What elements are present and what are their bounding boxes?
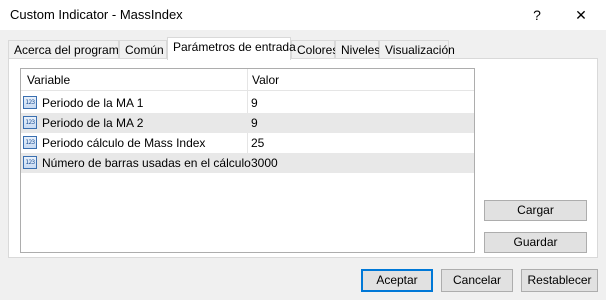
variable-cell: Periodo de la MA 1 — [42, 96, 144, 110]
load-button[interactable]: Cargar — [484, 200, 587, 221]
tab-colors[interactable]: Colores — [291, 40, 338, 59]
help-icon: ? — [533, 7, 541, 23]
table-row[interactable]: 123 Periodo cálculo de Mass Index 25 — [21, 133, 474, 153]
window-title: Custom Indicator - MassIndex — [10, 7, 183, 22]
value-cell[interactable]: 9 — [251, 116, 258, 130]
variable-cell: Periodo cálculo de Mass Index — [42, 136, 206, 150]
tab-about[interactable]: Acerca del programa — [8, 40, 125, 59]
tab-common[interactable]: Común — [119, 40, 167, 59]
tab-levels[interactable]: Niveles — [335, 40, 380, 59]
close-icon: ✕ — [575, 6, 587, 23]
variable-cell: Periodo de la MA 2 — [42, 116, 144, 130]
help-button[interactable]: ? — [514, 0, 560, 30]
column-header-value[interactable]: Valor — [252, 73, 279, 87]
close-button[interactable]: ✕ — [558, 0, 604, 30]
int-param-icon: 123 — [23, 136, 37, 149]
tab-panel: Variable Valor 123 Periodo de la MA 1 9 … — [8, 58, 598, 258]
table-row[interactable]: 123 Número de barras usadas en el cálcul… — [21, 153, 474, 173]
accept-button[interactable]: Aceptar — [361, 269, 433, 292]
value-cell[interactable]: 3000 — [251, 156, 278, 170]
tab-input-parameters[interactable]: Parámetros de entrada — [167, 37, 296, 60]
column-header-variable[interactable]: Variable — [27, 73, 70, 87]
value-cell[interactable]: 25 — [251, 136, 264, 150]
table-row[interactable]: 123 Periodo de la MA 2 9 — [21, 113, 474, 133]
parameters-table[interactable]: Variable Valor 123 Periodo de la MA 1 9 … — [20, 68, 475, 253]
cancel-button[interactable]: Cancelar — [441, 269, 513, 292]
value-cell[interactable]: 9 — [251, 96, 258, 110]
int-param-icon: 123 — [23, 96, 37, 109]
variable-cell: Número de barras usadas en el cálculo — [42, 156, 251, 170]
table-row[interactable]: 123 Periodo de la MA 1 9 — [21, 93, 474, 113]
tab-visualization[interactable]: Visualización — [379, 40, 455, 59]
title-bar: Custom Indicator - MassIndex ? ✕ — [0, 0, 606, 30]
int-param-icon: 123 — [23, 116, 37, 129]
save-button[interactable]: Guardar — [484, 232, 587, 253]
reset-button[interactable]: Restablecer — [521, 269, 598, 292]
int-param-icon: 123 — [23, 156, 37, 169]
